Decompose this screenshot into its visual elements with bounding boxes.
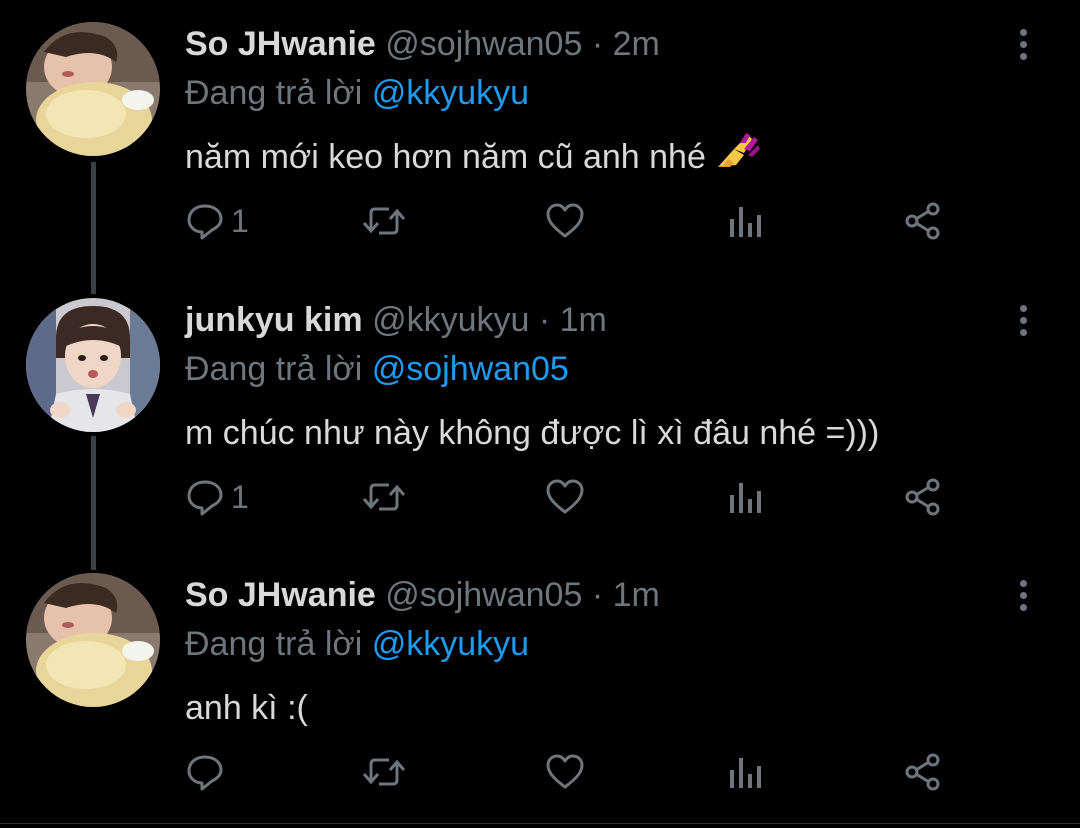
- tweet-header: So JHwanie @sojhwan05 · 2m: [185, 24, 660, 64]
- display-name[interactable]: So JHwanie: [185, 25, 376, 63]
- tweet-body: anh kì :(: [185, 689, 308, 727]
- replying-to-label: Đang trả lời: [185, 74, 363, 112]
- reply-count: 1: [231, 202, 249, 239]
- like-icon: [546, 203, 584, 238]
- analytics-icon: [730, 758, 761, 788]
- timestamp[interactable]: 2m: [613, 25, 660, 63]
- user-handle[interactable]: @sojhwan05: [385, 576, 582, 614]
- more-icon[interactable]: [1008, 575, 1038, 615]
- like-button[interactable]: [545, 196, 585, 246]
- analytics-icon: [730, 207, 761, 237]
- like-button[interactable]: [545, 747, 585, 797]
- tweet-actions: 1: [185, 472, 985, 522]
- more-icon[interactable]: [1008, 24, 1038, 64]
- retweet-icon: [362, 207, 406, 235]
- tweet[interactable]: So JHwanie @sojhwan05 · 1m Đang trả lời …: [0, 551, 1080, 823]
- tweet-actions: 1: [185, 196, 985, 246]
- reply-count: 1: [231, 478, 249, 515]
- like-icon: [546, 479, 584, 514]
- timestamp[interactable]: 1m: [613, 576, 660, 614]
- share-button[interactable]: [903, 196, 943, 246]
- avatar[interactable]: [26, 573, 160, 707]
- mention-link[interactable]: @kkyukyu: [372, 74, 529, 112]
- tweet-header: junkyu kim @kkyukyu · 1m: [185, 300, 607, 340]
- reply-icon: [187, 204, 223, 240]
- reply-icon: [187, 480, 223, 516]
- analytics-icon: [730, 483, 761, 513]
- divider: [0, 823, 1080, 824]
- display-name[interactable]: junkyu kim: [185, 301, 363, 339]
- display-name[interactable]: So JHwanie: [185, 576, 376, 614]
- retweet-button[interactable]: [361, 472, 407, 522]
- tweet[interactable]: So JHwanie @sojhwan05 · 2m Đang trả lời …: [0, 0, 1080, 276]
- retweet-icon: [362, 758, 406, 786]
- separator-dot: ·: [591, 576, 604, 614]
- reply-button[interactable]: 1: [185, 472, 249, 522]
- tweet-body: m chúc như này không được lì xì đâu nhé …: [185, 414, 880, 452]
- like-icon: [546, 754, 584, 789]
- analytics-button[interactable]: [725, 747, 765, 797]
- tweet-text: m chúc như này không được lì xì đâu nhé …: [185, 412, 879, 454]
- replying-to: Đang trả lời @kkyukyu: [185, 73, 529, 113]
- like-button[interactable]: [545, 472, 585, 522]
- share-button[interactable]: [903, 747, 943, 797]
- replying-to: Đang trả lời @sojhwan05: [185, 349, 569, 389]
- avatar[interactable]: [26, 22, 160, 156]
- avatar[interactable]: [26, 298, 160, 432]
- tweet[interactable]: junkyu kim @kkyukyu · 1m Đang trả lời @s…: [0, 276, 1080, 552]
- tweet-text: năm mới keo hơn năm cũ anh nhé: [185, 133, 760, 179]
- replying-to-label: Đang trả lời: [185, 625, 363, 663]
- share-icon: [905, 753, 940, 791]
- retweet-icon: [362, 483, 406, 511]
- retweet-button[interactable]: [361, 747, 407, 797]
- share-icon: [905, 478, 940, 516]
- replying-to: Đang trả lời @kkyukyu: [185, 624, 529, 664]
- user-handle[interactable]: @kkyukyu: [372, 301, 529, 339]
- tweet-text: anh kì :(: [185, 687, 308, 729]
- separator-dot: ·: [591, 25, 604, 63]
- tweet-body: năm mới keo hơn năm cũ anh nhé: [185, 138, 706, 176]
- mention-link[interactable]: @kkyukyu: [372, 625, 529, 663]
- analytics-button[interactable]: [725, 472, 765, 522]
- tweet-actions: [185, 747, 985, 797]
- nail-polish-emoji: [714, 129, 760, 179]
- user-handle[interactable]: @sojhwan05: [385, 25, 582, 63]
- timestamp[interactable]: 1m: [560, 301, 607, 339]
- share-icon: [905, 202, 940, 240]
- tweet-header: So JHwanie @sojhwan05 · 1m: [185, 575, 660, 615]
- reply-icon: [187, 755, 223, 791]
- analytics-button[interactable]: [725, 196, 765, 246]
- share-button[interactable]: [903, 472, 943, 522]
- mention-link[interactable]: @sojhwan05: [372, 350, 569, 388]
- retweet-button[interactable]: [361, 196, 407, 246]
- reply-button[interactable]: 1: [185, 196, 249, 246]
- replying-to-label: Đang trả lời: [185, 350, 363, 388]
- separator-dot: ·: [538, 301, 551, 339]
- reply-button[interactable]: [185, 747, 231, 797]
- more-icon[interactable]: [1008, 300, 1038, 340]
